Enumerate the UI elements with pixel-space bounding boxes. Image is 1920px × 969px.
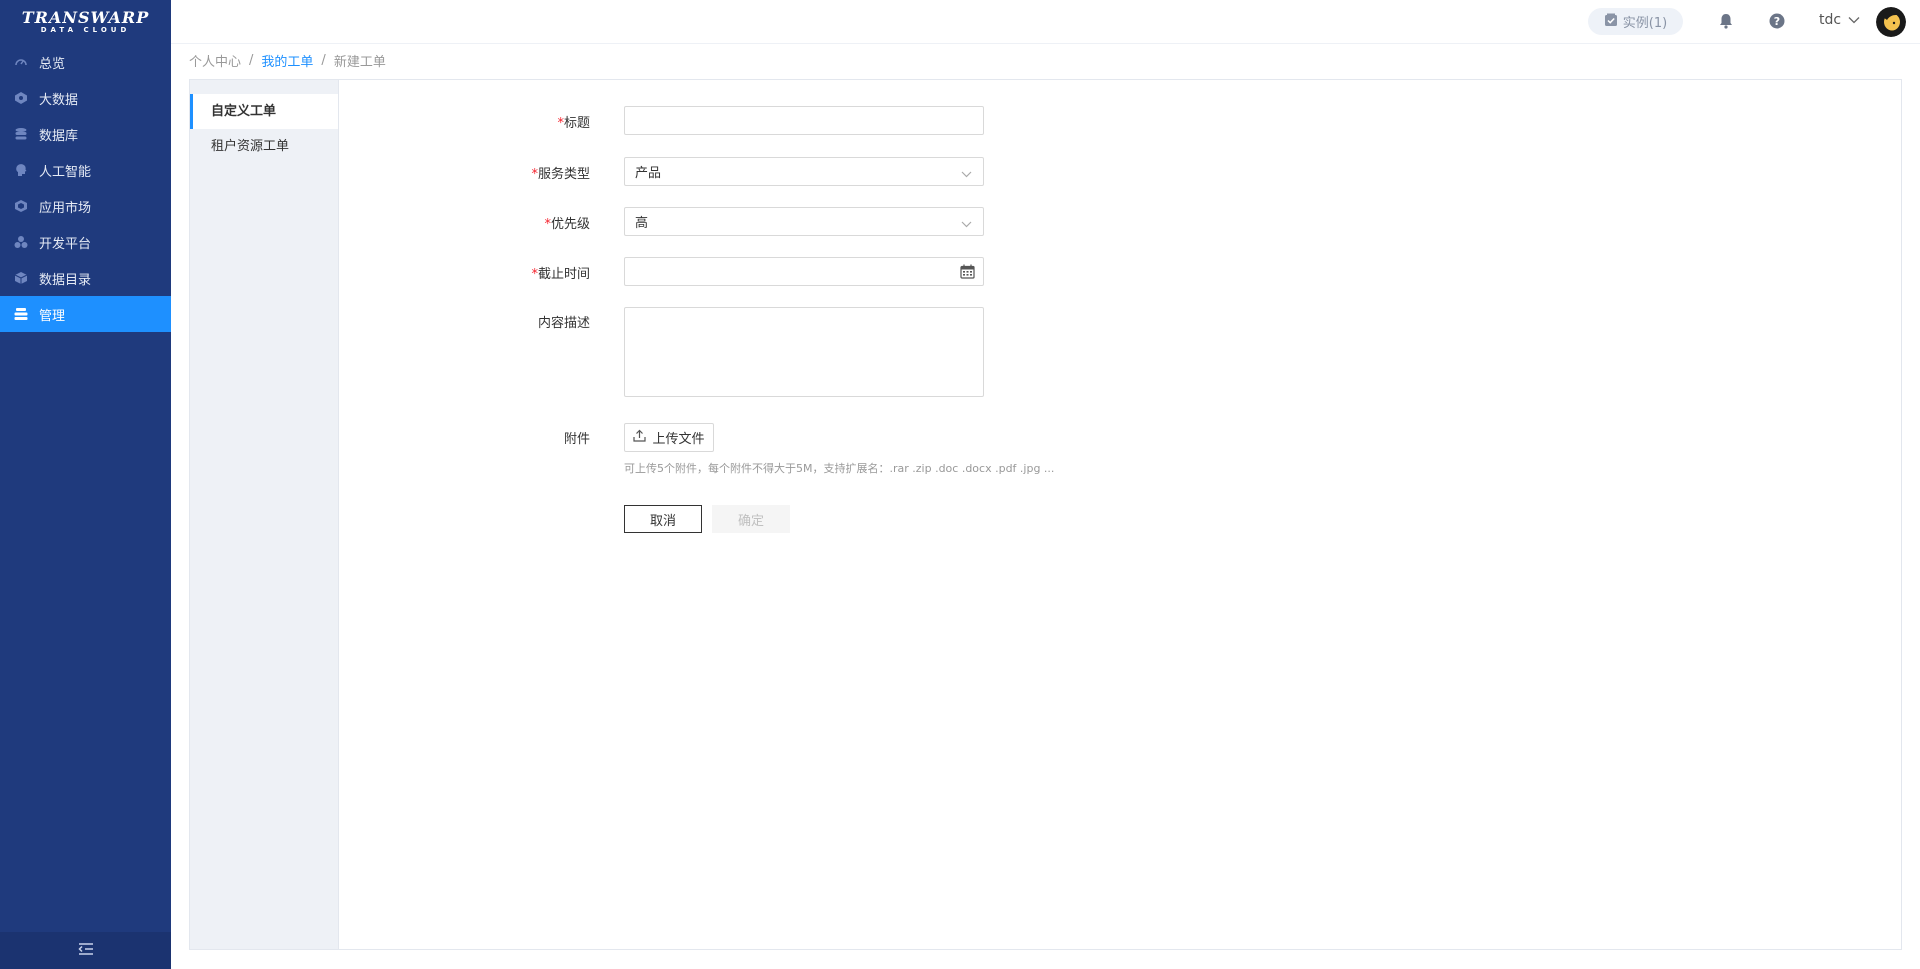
breadcrumb: 个人中心 / 我的工单 / 新建工单	[189, 51, 386, 70]
attachment-label: 附件	[563, 432, 590, 447]
description-textarea[interactable]	[624, 307, 984, 397]
database-icon	[14, 127, 28, 141]
deadline-label: *截止时间	[531, 267, 590, 282]
sidebar-item-label: 大数据	[39, 92, 79, 108]
bigdata-icon	[14, 91, 28, 105]
svg-text:?: ?	[1774, 15, 1780, 28]
sidebar-item-database[interactable]: 数据库	[0, 116, 171, 152]
upload-file-label: 上传文件	[652, 432, 705, 447]
main-panel: 自定义工单 租户资源工单 *标题 *服务类型 产品 *优先级 高 *截止时间 内…	[189, 79, 1902, 950]
logo[interactable]: TRANSWARP DATA CLOUD	[0, 0, 171, 44]
subnav-custom-ticket[interactable]: 自定义工单	[190, 94, 338, 129]
sidebar-item-app-market[interactable]: 应用市场	[0, 188, 171, 224]
breadcrumb-current: 新建工单	[333, 55, 386, 70]
logo-text: TRANSWARP	[21, 8, 150, 27]
title-label: *标题	[557, 116, 590, 131]
data-catalog-icon	[14, 271, 28, 285]
sidebar-item-dev-platform[interactable]: 开发平台	[0, 224, 171, 260]
sidebar-item-label: 总览	[39, 56, 66, 72]
sidebar-item-label: 开发平台	[39, 236, 92, 252]
ticket-type-nav: 自定义工单 租户资源工单	[190, 80, 339, 949]
priority-label: *优先级	[544, 217, 590, 232]
sidebar-item-data-catalog[interactable]: 数据目录	[0, 260, 171, 296]
breadcrumb-separator: /	[321, 53, 326, 68]
logo-subtext: DATA CLOUD	[40, 26, 131, 34]
instance-label: 实例(1)	[1622, 16, 1668, 31]
description-label: 内容描述	[537, 316, 590, 331]
service-type-value: 产品	[635, 166, 662, 181]
sidebar-item-label: 人工智能	[39, 164, 92, 180]
instance-button[interactable]: 实例(1)	[1588, 8, 1683, 35]
chevron-down-icon	[961, 167, 972, 182]
attachment-hint: 可上传5个附件，每个附件不得大于5M，支持扩展名：.rar .zip .doc …	[624, 462, 1055, 475]
breadcrumb-personal-center[interactable]: 个人中心	[189, 51, 241, 70]
title-input[interactable]	[624, 106, 984, 135]
app-market-icon	[14, 199, 28, 213]
top-header: 实例(1) ? tdc	[171, 0, 1920, 44]
management-icon	[14, 307, 28, 321]
confirm-button[interactable]: 确定	[712, 505, 790, 533]
help-button[interactable]: ?	[1768, 12, 1786, 34]
priority-select[interactable]: 高	[624, 207, 984, 236]
sidebar-item-management[interactable]: 管理	[0, 296, 171, 332]
subnav-tenant-resource-ticket[interactable]: 租户资源工单	[190, 129, 338, 164]
sidebar-item-label: 数据目录	[39, 272, 92, 288]
sidebar: TRANSWARP DATA CLOUD 总览 大数据 数据库 人工智能 应用市…	[0, 0, 171, 969]
chevron-down-icon	[961, 217, 972, 232]
service-type-select[interactable]: 产品	[624, 157, 984, 186]
sidebar-item-label: 数据库	[39, 128, 79, 144]
sidebar-item-bigdata[interactable]: 大数据	[0, 80, 171, 116]
help-icon: ?	[1768, 13, 1786, 34]
dev-platform-icon	[14, 235, 28, 249]
cancel-button[interactable]: 取消	[624, 505, 702, 533]
sidebar-item-ai[interactable]: 人工智能	[0, 152, 171, 188]
chevron-down-icon	[1848, 12, 1860, 28]
priority-value: 高	[635, 216, 649, 231]
username: tdc	[1819, 12, 1842, 28]
deadline-datepicker[interactable]	[624, 257, 984, 286]
upload-file-button[interactable]: 上传文件	[624, 423, 714, 452]
avatar[interactable]	[1876, 7, 1906, 37]
instance-check-icon	[1604, 13, 1618, 31]
upload-icon	[633, 429, 647, 446]
collapse-menu-icon	[77, 942, 94, 960]
breadcrumb-my-tickets[interactable]: 我的工单	[261, 51, 313, 70]
calendar-icon[interactable]	[960, 264, 975, 283]
dashboard-icon	[14, 55, 28, 69]
sidebar-item-label: 管理	[39, 308, 66, 324]
service-type-label: *服务类型	[531, 167, 590, 182]
bell-icon	[1717, 14, 1735, 34]
ai-icon	[14, 163, 28, 177]
user-menu[interactable]: tdc	[1819, 12, 1860, 28]
sidebar-item-overview[interactable]: 总览	[0, 44, 171, 80]
notification-button[interactable]	[1717, 12, 1735, 34]
collapse-sidebar-button[interactable]	[0, 932, 171, 969]
breadcrumb-separator: /	[249, 53, 254, 68]
sidebar-item-label: 应用市场	[39, 200, 92, 216]
